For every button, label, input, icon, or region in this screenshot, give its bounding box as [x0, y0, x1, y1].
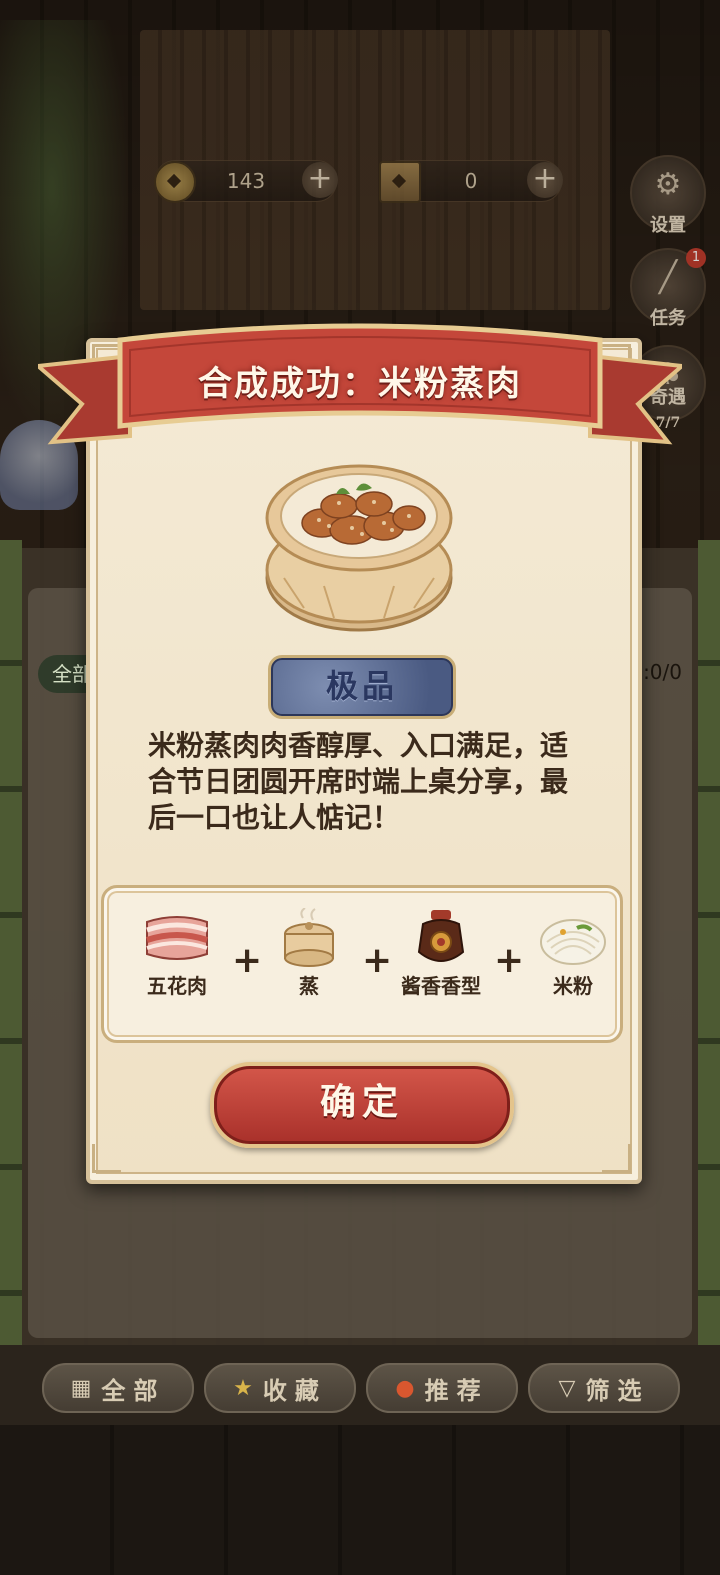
steamed-pork-dish-icon — [265, 464, 453, 632]
filter-icon: ▽ — [558, 1375, 576, 1401]
ingredient-name: 酱香香型 — [401, 974, 481, 998]
tasks-badge: 1 — [686, 248, 706, 268]
coin-icon — [154, 161, 196, 203]
ingredient-name: 米粉 — [553, 974, 593, 998]
plus-sign: + — [362, 940, 393, 981]
sauce-jar-icon — [417, 910, 465, 962]
settings-label: 设置 — [650, 215, 686, 236]
ingredient-sauce: 酱香香型 — [396, 908, 486, 999]
floor — [0, 1425, 720, 1575]
ingredient-rice-noodle: 米粉 — [528, 908, 618, 999]
book-value: 0 — [464, 169, 478, 193]
fire-icon: ● — [395, 1375, 415, 1401]
steamer-icon — [284, 908, 334, 967]
bamboo-frame-left — [0, 540, 22, 1370]
confirm-label: 确定 — [319, 1081, 404, 1123]
add-books-button[interactable]: + — [527, 162, 563, 198]
plus-sign: + — [494, 940, 525, 981]
pork-belly-icon — [146, 916, 208, 960]
star-icon: ★ — [233, 1375, 253, 1401]
tab-favorites[interactable]: ★ 收藏 — [204, 1363, 356, 1413]
panel-count: :0/0 — [643, 660, 682, 684]
coin-value: 143 — [226, 169, 266, 193]
ingredient-steam: 蒸 — [264, 908, 354, 999]
corner-ornament — [92, 1144, 121, 1173]
settings-button[interactable]: ⚙ 设置 — [630, 155, 706, 236]
bottom-tab-bar: ▦ 全部 ★ 收藏 ● 推荐 ▽ 筛选 — [0, 1345, 720, 1425]
tasks-button[interactable]: ╱ 1 任务 — [630, 248, 706, 329]
coin-counter: 143 + — [154, 160, 338, 203]
tab-favorites-label: 收藏 — [262, 1375, 327, 1405]
tab-filter-label: 筛选 — [585, 1375, 650, 1405]
corner-ornament — [602, 1144, 631, 1173]
gear-icon: ⚙ — [654, 167, 682, 202]
dialog-title: 合成成功：米粉蒸肉 — [198, 364, 522, 404]
tab-recommended-label: 推荐 — [424, 1375, 489, 1405]
bamboo-frame-right — [698, 540, 720, 1370]
tab-recommended[interactable]: ● 推荐 — [366, 1363, 518, 1413]
plus-sign: + — [232, 940, 263, 981]
ingredient-name: 五花肉 — [147, 974, 207, 998]
grid-icon: ▦ — [70, 1375, 92, 1401]
rice-noodle-icon — [540, 919, 606, 965]
ingredient-pork-belly: 五花肉 — [132, 908, 222, 999]
tab-all-label: 全部 — [101, 1375, 166, 1405]
dish-description: 米粉蒸肉肉香醇厚、入口满足，适合节日团圆开席时端上桌分享，最后一口也让人惦记！ — [148, 729, 569, 834]
book-icon — [379, 161, 421, 203]
tab-filter[interactable]: ▽ 筛选 — [528, 1363, 680, 1413]
grade-badge: 极品 — [268, 655, 456, 719]
grade-label: 极品 — [325, 667, 398, 705]
ingredient-name: 蒸 — [299, 974, 319, 998]
recipe-formula: 五花肉 + 蒸 + 酱香香型 + 米粉 — [101, 885, 623, 1043]
add-coins-button[interactable]: + — [302, 162, 338, 198]
book-counter: 0 + — [379, 160, 563, 203]
confirm-button[interactable]: 确定 — [210, 1062, 514, 1148]
tab-all[interactable]: ▦ 全部 — [42, 1363, 194, 1413]
